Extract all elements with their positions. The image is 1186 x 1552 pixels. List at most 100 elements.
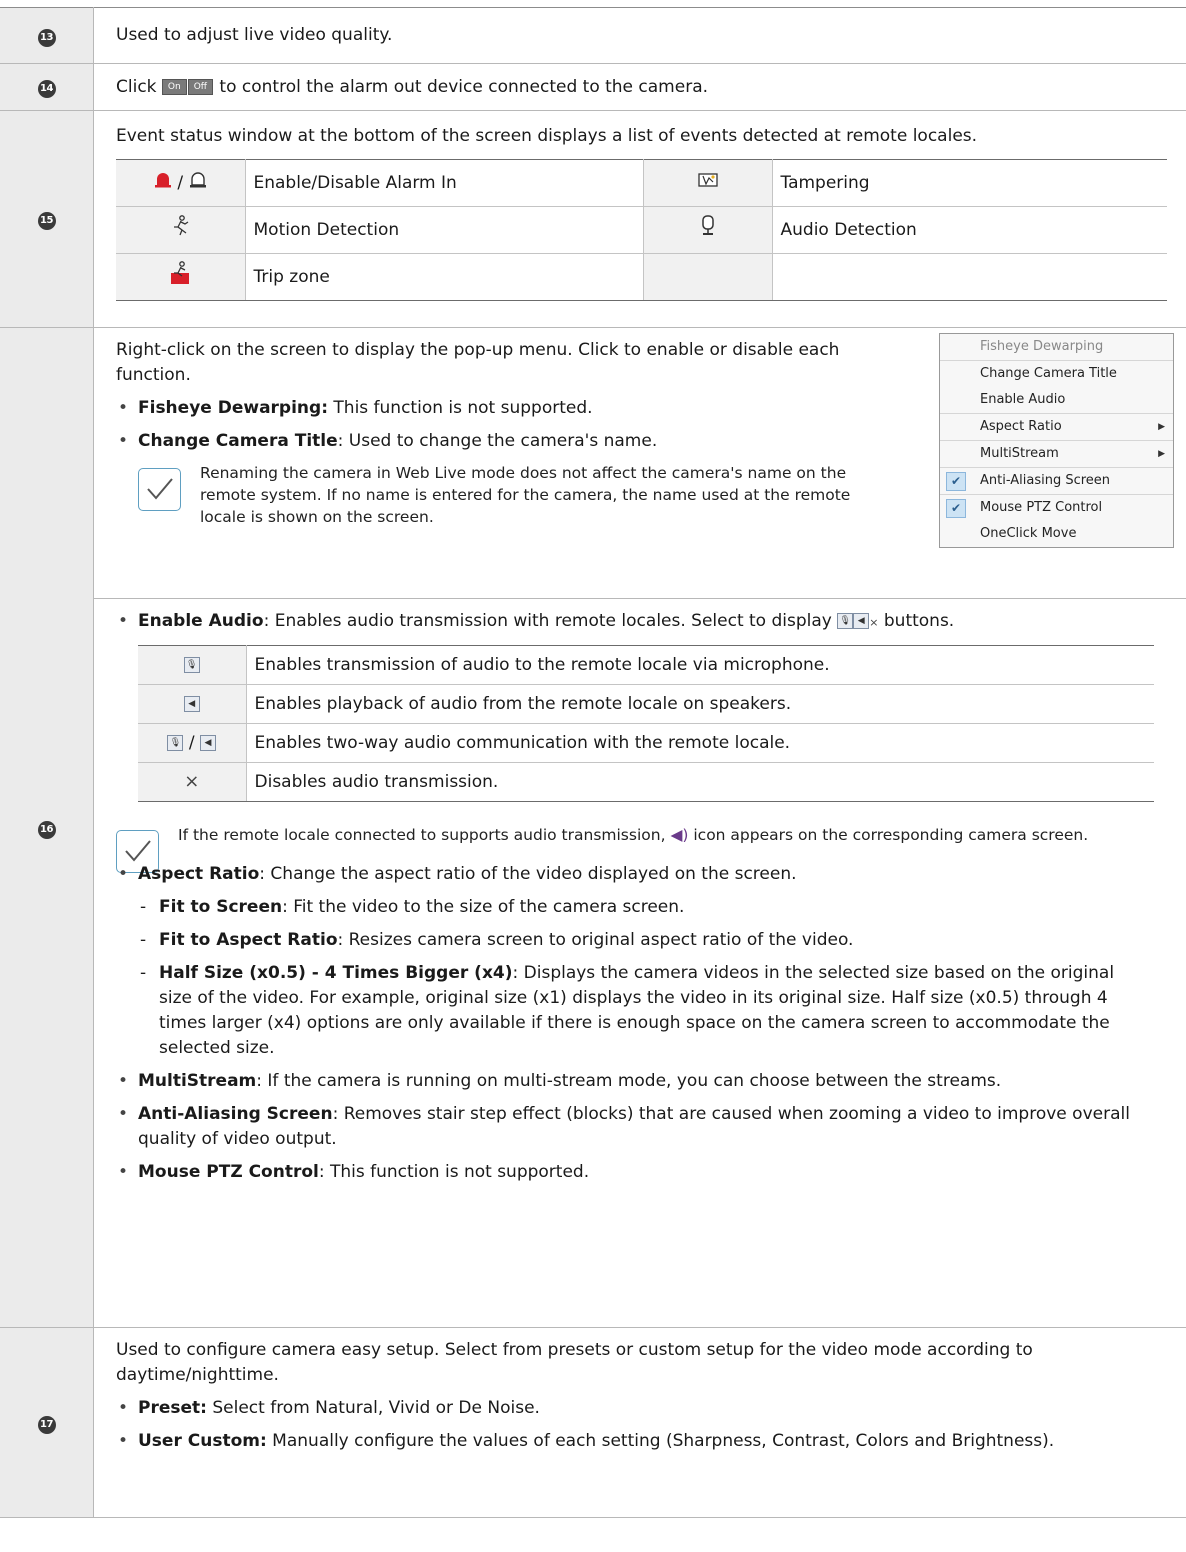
microphone-icon: 🎙 bbox=[837, 613, 854, 629]
empty-cell bbox=[643, 253, 773, 301]
bullet-text: : Enables audio transmission with remote… bbox=[263, 611, 832, 631]
bullet-text: : Resizes camera screen to original aspe… bbox=[337, 930, 854, 950]
icon-cell bbox=[116, 206, 246, 254]
menu-item-label: MultiStream bbox=[980, 446, 1059, 461]
separator: / bbox=[188, 732, 195, 753]
table-row: 16 Right-click on the screen to display … bbox=[0, 327, 1186, 1328]
description-text: Used to adjust live video quality. bbox=[116, 25, 393, 45]
description-cell: Used to adjust live video quality. bbox=[93, 7, 1186, 64]
icon-cell bbox=[116, 253, 246, 301]
bold-term: Anti-Aliasing Screen bbox=[138, 1104, 333, 1124]
bullet-item: User Custom: Manually configure the valu… bbox=[116, 1429, 1118, 1454]
audio-section: Enable Audio: Enables audio transmission… bbox=[94, 599, 1186, 1185]
table-row: 🎙 Enables transmission of audio to the r… bbox=[138, 645, 1154, 685]
bullet-text: : Used to change the camera's name. bbox=[337, 431, 658, 451]
audio-description: Enables transmission of audio to the rem… bbox=[246, 645, 1154, 685]
bullet-text: : Change the aspect ratio of the video d… bbox=[259, 864, 797, 884]
menu-item-label: Aspect Ratio bbox=[980, 419, 1062, 434]
bullet-item: Mouse PTZ Control: This function is not … bbox=[116, 1160, 1186, 1185]
menu-item-anti-aliasing-screen[interactable]: ✔ Anti-Aliasing Screen bbox=[940, 468, 1173, 494]
close-icon: × bbox=[184, 771, 200, 792]
icon-cell: / bbox=[116, 159, 246, 207]
speaker-icon: ◀ bbox=[200, 734, 217, 751]
table-row: 14 Click On Off to control the alarm out … bbox=[0, 63, 1186, 111]
bullet-text: Manually configure the values of each se… bbox=[266, 1431, 1055, 1451]
bold-term: Fisheye Dewarping: bbox=[138, 398, 328, 418]
item-number-badge: 16 bbox=[37, 820, 56, 839]
icon-cell: 🎙 / ◀ bbox=[138, 723, 247, 763]
bold-term: Fit to Aspect Ratio bbox=[159, 930, 338, 950]
alarm-in-icon bbox=[154, 173, 177, 193]
event-label: Enable/Disable Alarm In bbox=[245, 159, 644, 207]
icon-cell: ◀ bbox=[138, 684, 247, 724]
audio-icon-table: 🎙 Enables transmission of audio to the r… bbox=[138, 645, 1154, 802]
table-row: Trip zone bbox=[116, 253, 1167, 301]
motion-detection-icon bbox=[170, 215, 190, 242]
alarm-in-disabled-icon bbox=[189, 172, 207, 193]
bold-term: Change Camera Title bbox=[138, 431, 338, 451]
speaker-icon: ◀ bbox=[853, 613, 870, 629]
table-row: / Enable/Disable Alarm In Tampering bbox=[116, 159, 1167, 207]
bullet-item: Anti-Aliasing Screen: Removes stair step… bbox=[116, 1102, 1138, 1152]
note-text: Renaming the camera in Web Live mode doe… bbox=[200, 464, 851, 526]
menu-item-change-camera-title[interactable]: Change Camera Title bbox=[940, 361, 1173, 387]
menu-item-fisheye-dewarping[interactable]: Fisheye Dewarping bbox=[940, 334, 1173, 360]
submenu-arrow-icon: ▶ bbox=[1158, 422, 1165, 432]
menu-item-aspect-ratio[interactable]: Aspect Ratio ▶ bbox=[940, 414, 1173, 440]
table-row: 🎙 / ◀ Enables two-way audio communicatio… bbox=[138, 723, 1154, 763]
table-row: 13 Used to adjust live video quality. bbox=[0, 7, 1186, 64]
alarm-on-button: On bbox=[161, 78, 187, 95]
event-label: Audio Detection bbox=[772, 206, 1167, 254]
context-menu: Fisheye Dewarping Change Camera Title En… bbox=[939, 333, 1174, 548]
menu-item-label: Anti-Aliasing Screen bbox=[980, 473, 1111, 488]
sub-bullet-item: Fit to Screen: Fit the video to the size… bbox=[138, 895, 1186, 920]
item-number-cell: 14 bbox=[0, 63, 94, 111]
table-row: 17 Used to configure camera easy setup. … bbox=[0, 1327, 1186, 1518]
description-table: 13 Used to adjust live video quality. 14… bbox=[0, 7, 1186, 1518]
submenu-arrow-icon: ▶ bbox=[1158, 449, 1165, 459]
menu-item-mouse-ptz-control[interactable]: ✔ Mouse PTZ Control bbox=[940, 495, 1173, 521]
audio-description: Enables two-way audio communication with… bbox=[246, 723, 1154, 763]
bullet-item: Enable Audio: Enables audio transmission… bbox=[116, 609, 1186, 635]
bold-term: Half Size (x0.5) - 4 Times Bigger (x4) bbox=[159, 963, 513, 983]
description-cell: Click On Off to control the alarm out dev… bbox=[93, 63, 1186, 111]
checkmark-icon: ✔ bbox=[946, 499, 966, 518]
item-number-cell: 13 bbox=[0, 7, 94, 64]
bold-term: MultiStream bbox=[138, 1071, 257, 1091]
description-text: Used to configure camera easy setup. Sel… bbox=[116, 1340, 1033, 1385]
sub-bullet-item: Fit to Aspect Ratio: Resizes camera scre… bbox=[138, 928, 1186, 953]
menu-item-oneclick-move[interactable]: OneClick Move bbox=[940, 521, 1173, 547]
bold-term: Mouse PTZ Control bbox=[138, 1162, 319, 1182]
microphone-icon: 🎙 bbox=[183, 656, 200, 673]
sub-bullet-item: Half Size (x0.5) - 4 Times Bigger (x4): … bbox=[138, 961, 1139, 1061]
bullet-text: This function is not supported. bbox=[328, 398, 593, 418]
icon-cell bbox=[643, 159, 773, 207]
description-text: Event status window at the bottom of the… bbox=[116, 126, 978, 146]
text-segment: to control the alarm out device connecte… bbox=[219, 76, 709, 97]
text-segment: Click bbox=[116, 76, 157, 97]
table-row: ◀ Enables playback of audio from the rem… bbox=[138, 684, 1154, 724]
description-cell: Used to configure camera easy setup. Sel… bbox=[93, 1327, 1186, 1518]
bullet-text: : Fit the video to the size of the camer… bbox=[282, 897, 685, 917]
audio-description: Enables playback of audio from the remot… bbox=[246, 684, 1154, 724]
table-row: Motion Detection Audio Detection bbox=[116, 206, 1167, 254]
item-number-badge: 17 bbox=[37, 1415, 56, 1434]
item-number-cell: 17 bbox=[0, 1327, 94, 1518]
menu-item-enable-audio[interactable]: Enable Audio bbox=[940, 387, 1173, 413]
event-label: Motion Detection bbox=[245, 206, 644, 254]
item-number-badge: 14 bbox=[37, 80, 56, 98]
description-cell: Event status window at the bottom of the… bbox=[93, 110, 1186, 328]
note-text: icon appears on the corresponding camera… bbox=[693, 826, 1089, 844]
audio-description: Disables audio transmission. bbox=[246, 762, 1154, 802]
microphone-icon: 🎙 bbox=[167, 734, 184, 751]
tampering-icon bbox=[697, 172, 719, 193]
speaker-icon: ◀ bbox=[183, 695, 200, 712]
bullet-item: Aspect Ratio: Change the aspect ratio of… bbox=[116, 862, 1186, 887]
bold-term: Preset: bbox=[138, 1398, 207, 1418]
menu-item-multistream[interactable]: MultiStream ▶ bbox=[940, 441, 1173, 467]
description-text: Right-click on the screen to display the… bbox=[116, 340, 840, 385]
alarm-off-button: Off bbox=[187, 78, 214, 95]
icon-cell: 🎙 bbox=[138, 645, 247, 685]
event-icon-table: / Enable/Disable Alarm In Tampering Moti… bbox=[116, 159, 1167, 301]
item-number-badge: 15 bbox=[37, 212, 56, 230]
